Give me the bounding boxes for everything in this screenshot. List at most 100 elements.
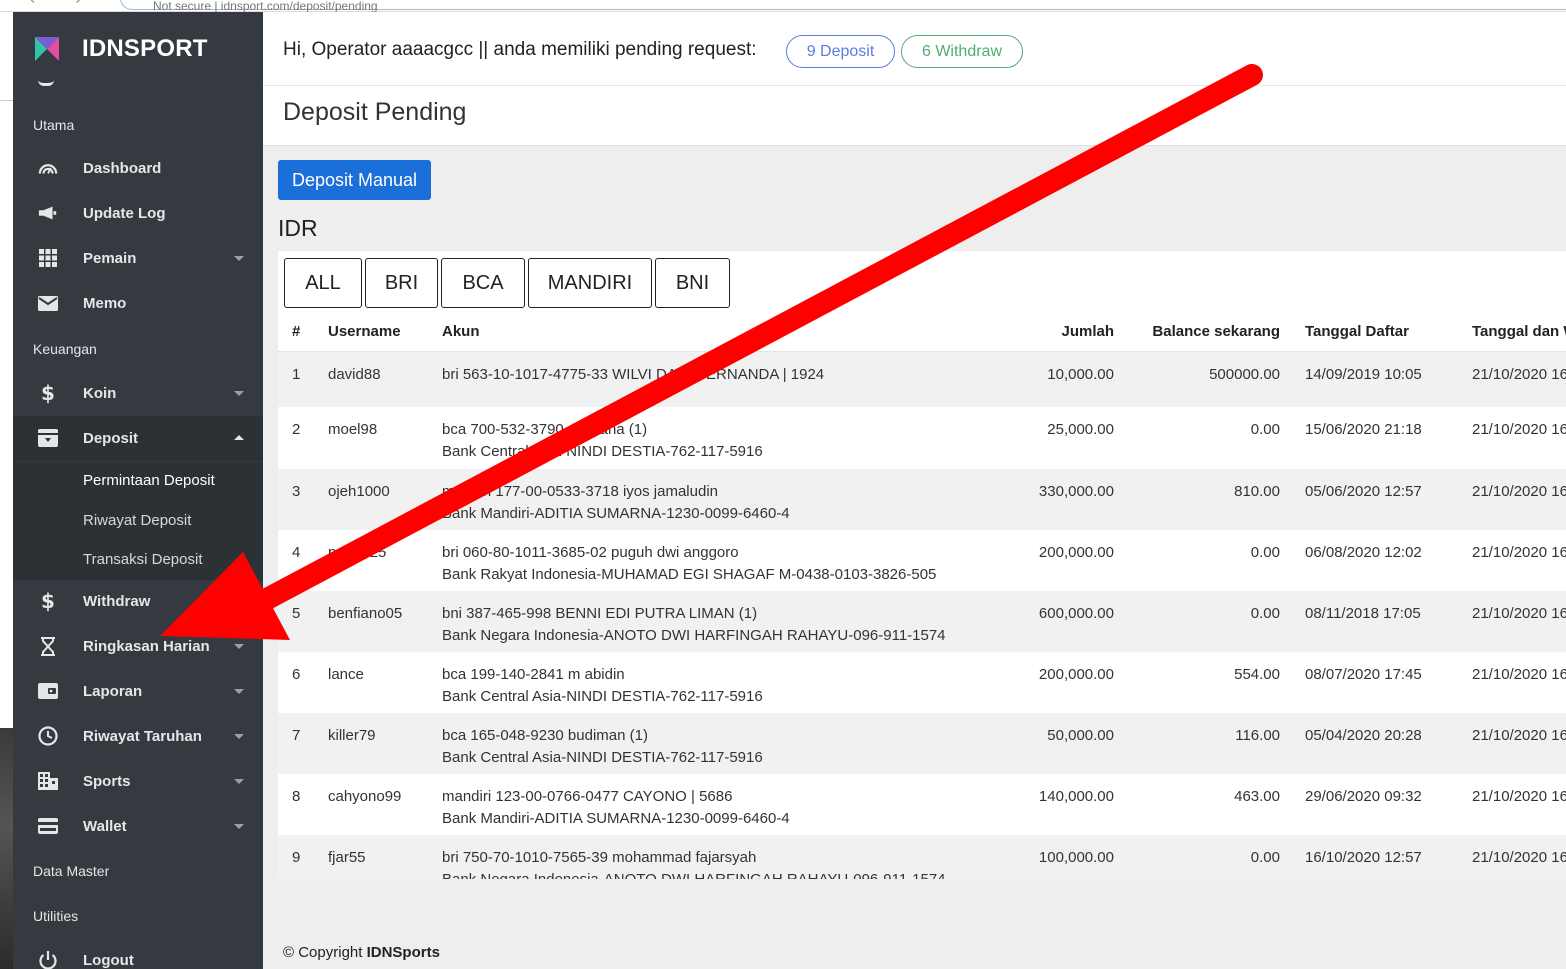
sidebar-item-wallet[interactable]: Wallet: [13, 804, 263, 849]
account-line: bca 165-048-9230 budiman (1): [442, 727, 648, 744]
section-data-master[interactable]: Data Master: [33, 863, 109, 879]
dashboard-icon: [38, 158, 58, 178]
balance-cell: 0.00: [1114, 530, 1280, 591]
pending-deposit-badge[interactable]: 9 Deposit: [786, 35, 895, 68]
request-time-cell: 21/10/2020 16: [1447, 835, 1566, 879]
brand-logo-icon: [35, 37, 59, 61]
sidebar-item-riwayat-taruhan[interactable]: Riwayat Taruhan: [13, 714, 263, 759]
submenu-riwayat-deposit[interactable]: Riwayat Deposit: [83, 512, 191, 529]
chevron-down-icon: [234, 256, 244, 261]
request-time-cell: 21/10/2020 16: [1447, 351, 1566, 407]
table-row[interactable]: 2 moel98 bca 700-532-3790 mulyana (1) Bank …: [278, 407, 1566, 469]
request-time-cell: 21/10/2020 16: [1447, 652, 1566, 713]
bank-destination-line: Bank Negara Indonesia-ANOTO DWI HARFINGA…: [442, 627, 946, 644]
username-cell: killer79: [314, 713, 428, 774]
column-header[interactable]: Username: [314, 313, 428, 352]
amount-cell: 200,000.00: [948, 652, 1114, 713]
chevron-down-icon: [234, 779, 244, 784]
submenu-transaksi-deposit[interactable]: Transaksi Deposit: [83, 551, 203, 568]
chevron-down-icon: [234, 689, 244, 694]
register-date-cell: 29/06/2020 09:32: [1280, 774, 1447, 835]
account-cell: bri 563-10-1017-4775-33 WILVI DANI PERNA…: [428, 351, 948, 407]
sidebar-item-pemain[interactable]: Pemain: [13, 236, 263, 281]
submenu-permintaan-deposit[interactable]: Permintaan Deposit: [83, 472, 215, 489]
username-cell: fjar55: [314, 835, 428, 879]
footer: © Copyright IDNSports: [283, 944, 440, 961]
sidebar-item-deposit[interactable]: Deposit: [13, 416, 263, 461]
column-header[interactable]: Tanggal dan W: [1447, 313, 1566, 352]
account-cell: bca 165-048-9230 budiman (1) Bank Central…: [428, 713, 948, 774]
amount-cell: 100,000.00: [948, 835, 1114, 879]
table-row[interactable]: 1 david88 bri 563-10-1017-4775-33 WILVI DA…: [278, 351, 1566, 407]
sidebar-item-ringkasan-harian[interactable]: Ringkasan Harian: [13, 624, 263, 669]
sidebar-item-logout[interactable]: Logout: [13, 938, 263, 969]
account-cell: mandiri 123-00-0766-0477 CAYONO | 5686 Ba…: [428, 774, 948, 835]
chevron-down-icon: [234, 824, 244, 829]
topbar: Hi, Operator aaaacgcc || anda memiliki p…: [263, 12, 1566, 86]
table-row[interactable]: 7 killer79 bca 165-048-9230 budiman (1) Ban…: [278, 713, 1566, 774]
balance-cell: 116.00: [1114, 713, 1280, 774]
currency-heading: IDR: [278, 215, 318, 241]
account-cell: bca 700-532-3790 mulyana (1) Bank Central…: [428, 407, 948, 469]
sidebar-item-koin[interactable]: $ Koin: [13, 371, 263, 416]
table-row[interactable]: 8 cahyono99 mandiri 123-00-0766-0477 CAYON…: [278, 774, 1566, 835]
balance-cell: 0.00: [1114, 835, 1280, 879]
dollar-icon: $: [41, 589, 55, 613]
filter-bni-button[interactable]: BNI: [655, 258, 730, 308]
column-header[interactable]: Akun: [428, 313, 948, 352]
address-bar[interactable]: Not secure | idnsport.com/deposit/pendin…: [120, 0, 1566, 13]
deposit-manual-button[interactable]: Deposit Manual: [278, 160, 431, 200]
row-number: 9: [278, 835, 314, 879]
bank-destination-line: Bank Central Asia-NINDI DESTIA-762-117-5…: [442, 749, 763, 766]
row-number: 3: [278, 469, 314, 530]
deposit-submenu: Permintaan Deposit Riwayat Deposit Trans…: [13, 462, 263, 580]
sidebar-item-update-log[interactable]: Update Log: [13, 191, 263, 236]
sidebar-item-sports[interactable]: Sports: [13, 759, 263, 804]
account-cell: mandiri 177-00-0533-3718 iyos jamaludin B…: [428, 469, 948, 530]
filter-bri-button[interactable]: BRI: [365, 258, 438, 308]
section-utilities[interactable]: Utilities: [33, 908, 78, 924]
register-date-cell: 05/04/2020 20:28: [1280, 713, 1447, 774]
username-cell: cahyono99: [314, 774, 428, 835]
profile-stub-icon: [38, 80, 54, 86]
bank-destination-line: Bank Rakyat Indonesia-MUHAMAD EGI SHAGAF…: [442, 566, 937, 583]
row-number: 6: [278, 652, 314, 713]
bank-destination-line: Bank Negara Indonesia-ANOTO DWI HARFINGA…: [442, 869, 948, 879]
sidebar-item-laporan[interactable]: Laporan: [13, 669, 263, 714]
hourglass-icon: [38, 636, 58, 656]
sidebar: IDNSPORT Utama Dashboard Update Log Pema…: [13, 12, 263, 969]
table-row[interactable]: 4 puguh25 bri 060-80-1011-3685-02 puguh dw…: [278, 530, 1566, 591]
table-row[interactable]: 5 benfiano05 bni 387-465-998 BENNI EDI PUT…: [278, 591, 1566, 652]
sidebar-item-withdraw[interactable]: $ Withdraw: [13, 579, 263, 624]
row-number: 4: [278, 530, 314, 591]
table-row[interactable]: 6 lance bca 199-140-2841 m abidin Bank Cent…: [278, 652, 1566, 713]
screen: ‹ › ↻ Not secure | idnsport.com/deposit/…: [0, 0, 1566, 969]
table-row[interactable]: 9 fjar55 bri 750-70-1010-7565-39 mohammad …: [278, 835, 1566, 879]
column-header[interactable]: Balance sekarang: [1114, 313, 1280, 352]
filter-bca-button[interactable]: BCA: [441, 258, 525, 308]
main-content: Hi, Operator aaaacgcc || anda memiliki p…: [263, 12, 1566, 969]
request-time-cell: 21/10/2020 16: [1447, 469, 1566, 530]
pending-withdraw-badge[interactable]: 6 Withdraw: [901, 35, 1023, 68]
column-header[interactable]: Tanggal Daftar: [1280, 313, 1447, 352]
envelope-icon: [38, 293, 58, 313]
filter-mandiri-button[interactable]: MANDIRI: [528, 258, 652, 308]
column-header[interactable]: #: [278, 313, 314, 352]
chevron-down-icon: [234, 734, 244, 739]
sidebar-item-memo[interactable]: Memo: [13, 281, 263, 326]
filter-all-button[interactable]: ALL: [284, 258, 362, 308]
username-cell: puguh25: [314, 530, 428, 591]
sidebar-item-label: Logout: [83, 952, 134, 969]
register-date-cell: 14/09/2019 10:05: [1280, 351, 1447, 407]
table-row[interactable]: 3 ojeh1000 mandiri 177-00-0533-3718 iyos j…: [278, 469, 1566, 530]
copyright-brand: IDNSports: [366, 944, 440, 961]
page-title: Deposit Pending: [283, 98, 467, 126]
column-header[interactable]: Jumlah: [948, 313, 1114, 352]
sidebar-item-dashboard[interactable]: Dashboard: [13, 146, 263, 191]
request-time-cell: 21/10/2020 16: [1447, 530, 1566, 591]
sidebar-item-label: Ringkasan Harian: [83, 638, 210, 655]
bank-destination-line: Bank Mandiri-ADITIA SUMARNA-1230-0099-64…: [442, 505, 790, 522]
section-utama: Utama: [33, 117, 75, 133]
sidebar-item-label: Deposit: [83, 430, 139, 447]
brand[interactable]: IDNSPORT: [33, 34, 208, 64]
